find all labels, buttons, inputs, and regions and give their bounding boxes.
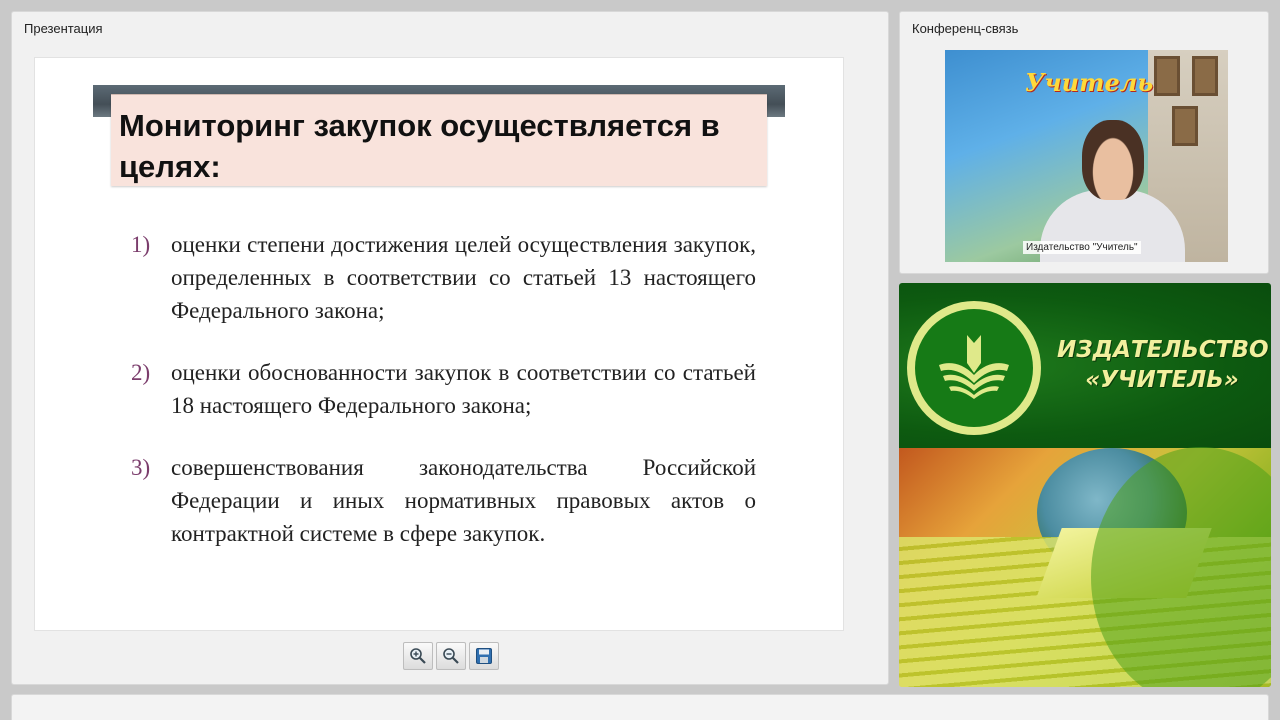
zoom-out-icon [443, 648, 459, 664]
publisher-name: ИЗДАТЕЛЬСТВО «УЧИТЕЛЬ» [1057, 335, 1269, 395]
list-item-text: оценки степени достижения целей осуществ… [171, 232, 756, 323]
zoom-out-button[interactable] [436, 642, 466, 670]
publisher-banner-header: ИЗДАТЕЛЬСТВО «УЧИТЕЛЬ» [899, 283, 1271, 448]
conference-panel: Конференц-связь Учитель Издательство "Уч… [899, 11, 1269, 274]
slide-list: 1) оценки степени достижения целей осуще… [131, 228, 756, 579]
publisher-banner-image [899, 447, 1271, 687]
list-item-text: оценки обоснованности закупок в соответс… [171, 360, 756, 418]
video-feed[interactable]: Учитель Издательство "Учитель" [945, 50, 1228, 262]
conference-panel-title: Конференц-связь [912, 21, 1019, 36]
participant-label: Издательство "Учитель" [1023, 241, 1141, 254]
list-item-number: 1) [131, 232, 151, 257]
wall-frame [1154, 56, 1180, 96]
slide-title-box: Мониторинг закупок осуществляется в целя… [111, 94, 767, 186]
save-button[interactable] [469, 642, 499, 670]
wall-frame [1192, 56, 1218, 96]
publisher-logo-inner [915, 309, 1033, 427]
list-item-number: 3) [131, 455, 151, 480]
presentation-toolbar [403, 642, 499, 670]
bottom-panel [11, 694, 1269, 720]
presentation-slide: Мониторинг закупок осуществляется в целя… [34, 57, 844, 631]
slide-list-item: 2) оценки обоснованности закупок в соотв… [131, 356, 756, 422]
publisher-name-line1: ИЗДАТЕЛЬСТВО [1057, 337, 1269, 363]
speaker-head [1082, 120, 1144, 200]
video-banner-text: Учитель [1025, 68, 1154, 97]
publisher-logo-icon [907, 301, 1041, 435]
zoom-in-icon [410, 648, 426, 664]
list-item-text: совершенствования законодательства Росси… [171, 455, 756, 546]
presentation-panel: Презентация Мониторинг закупок осуществл… [11, 11, 889, 685]
presentation-panel-title: Презентация [24, 21, 103, 36]
publisher-name-line2: «УЧИТЕЛЬ» [1085, 367, 1239, 393]
save-icon [476, 648, 492, 664]
list-item-number: 2) [131, 360, 151, 385]
zoom-in-button[interactable] [403, 642, 433, 670]
slide-title: Мониторинг закупок осуществляется в целя… [119, 108, 720, 184]
publisher-banner: ИЗДАТЕЛЬСТВО «УЧИТЕЛЬ» [899, 283, 1271, 687]
book-logo-icon [939, 335, 1009, 399]
slide-list-item: 1) оценки степени достижения целей осуще… [131, 228, 756, 327]
slide-list-item: 3) совершенствования законодательства Ро… [131, 451, 756, 550]
